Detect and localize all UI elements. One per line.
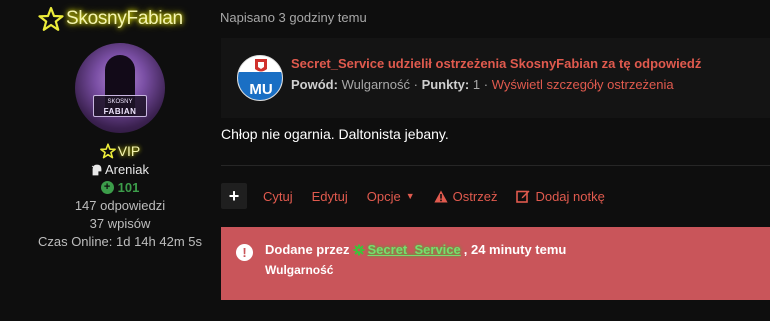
- rank-label: VIP: [0, 143, 240, 159]
- author-panel: SkosnyFabian SKOSNY FABIAN VIP Areniak +…: [0, 0, 218, 321]
- warning-triangle-icon: [434, 190, 448, 202]
- caret-down-icon: ▼: [405, 191, 415, 201]
- avatar-plate-bottom: FABIAN: [103, 107, 137, 116]
- moderator-link[interactable]: Secret_Service: [368, 242, 461, 257]
- moderator-note-header: Dodane przez Secret_Service , 24 minuty …: [265, 242, 566, 257]
- reason-value: Wulgarność: [341, 77, 410, 92]
- warning-details: Powód: Wulgarność · Punkty: 1 · Wyświetl…: [291, 77, 674, 92]
- group-text: Areniak: [104, 162, 150, 177]
- edit-label: Edytuj: [311, 188, 348, 204]
- avatar[interactable]: SKOSNY FABIAN: [75, 43, 165, 133]
- separator: ·: [483, 77, 489, 92]
- post-count: 147 odpowiedzi: [74, 198, 166, 213]
- warning-box: MU Secret_Service udzielił ostrzeżenia S…: [221, 38, 770, 118]
- star-icon: [99, 143, 116, 159]
- options-dropdown[interactable]: Opcje ▼: [367, 189, 415, 204]
- post-date[interactable]: Napisano 3 godziny temu: [220, 10, 367, 25]
- avatar-nameplate: SKOSNY FABIAN: [93, 95, 147, 117]
- post-actions: + Cytuj Edytuj Opcje ▼ Ostrzeż Dodaj not…: [221, 183, 624, 209]
- reputation-badge[interactable]: + 101: [0, 180, 240, 195]
- topic-count: 37 wpisów: [89, 216, 151, 231]
- warn-button[interactable]: Ostrzeż: [434, 188, 498, 204]
- spartan-helmet-icon: [91, 164, 102, 175]
- reputation-value: 101: [117, 180, 140, 195]
- add-note-label: Dodaj notkę: [535, 188, 605, 204]
- options-label: Opcje: [366, 188, 401, 204]
- multiquote-button[interactable]: +: [221, 183, 247, 209]
- edit-note-icon: [516, 190, 530, 203]
- warning-details-link[interactable]: Wyświetl szczegóły ostrzeżenia: [492, 77, 674, 92]
- note-suffix: , 24 minuty temu: [463, 242, 567, 257]
- rank-text: VIP: [117, 143, 141, 159]
- star-icon: [38, 6, 64, 31]
- reason-label: Powód:: [291, 77, 338, 92]
- moderator-note-text: Wulgarność: [265, 263, 334, 277]
- points-value: 1: [472, 77, 481, 92]
- warn-label: Ostrzeż: [452, 188, 498, 204]
- group-label: Areniak: [0, 162, 240, 177]
- separator: ·: [413, 77, 418, 92]
- plus-icon: +: [100, 181, 114, 194]
- online-time: Czas Online: 1d 14h 42m 5s: [37, 234, 203, 249]
- note-prefix: Dodane przez: [265, 242, 350, 257]
- warning-title[interactable]: Secret_Service udzielił ostrzeżenia Skos…: [291, 56, 701, 71]
- emblem-text: MU: [249, 81, 272, 98]
- avatar-plate-top: SKOSNY: [107, 99, 133, 105]
- post-content: Chłop nie ogarnia. Daltonista jebany.: [221, 126, 449, 142]
- points-label: Punkty:: [421, 77, 470, 92]
- quote-label: Cytuj: [263, 188, 293, 204]
- add-note-button[interactable]: Dodaj notkę: [516, 188, 605, 204]
- exclamation-icon: !: [236, 244, 253, 261]
- quote-button[interactable]: Cytuj: [263, 189, 293, 204]
- username-text: SkosnyFabian: [66, 8, 183, 29]
- edit-button[interactable]: Edytuj: [312, 189, 348, 204]
- username-link[interactable]: SkosnyFabian: [38, 6, 183, 32]
- moderator-note: ! Dodane przez Secret_Service , 24 minut…: [221, 227, 770, 300]
- divider: [221, 165, 770, 166]
- gear-icon: [353, 244, 365, 255]
- moderator-emblem-icon: MU: [237, 55, 283, 101]
